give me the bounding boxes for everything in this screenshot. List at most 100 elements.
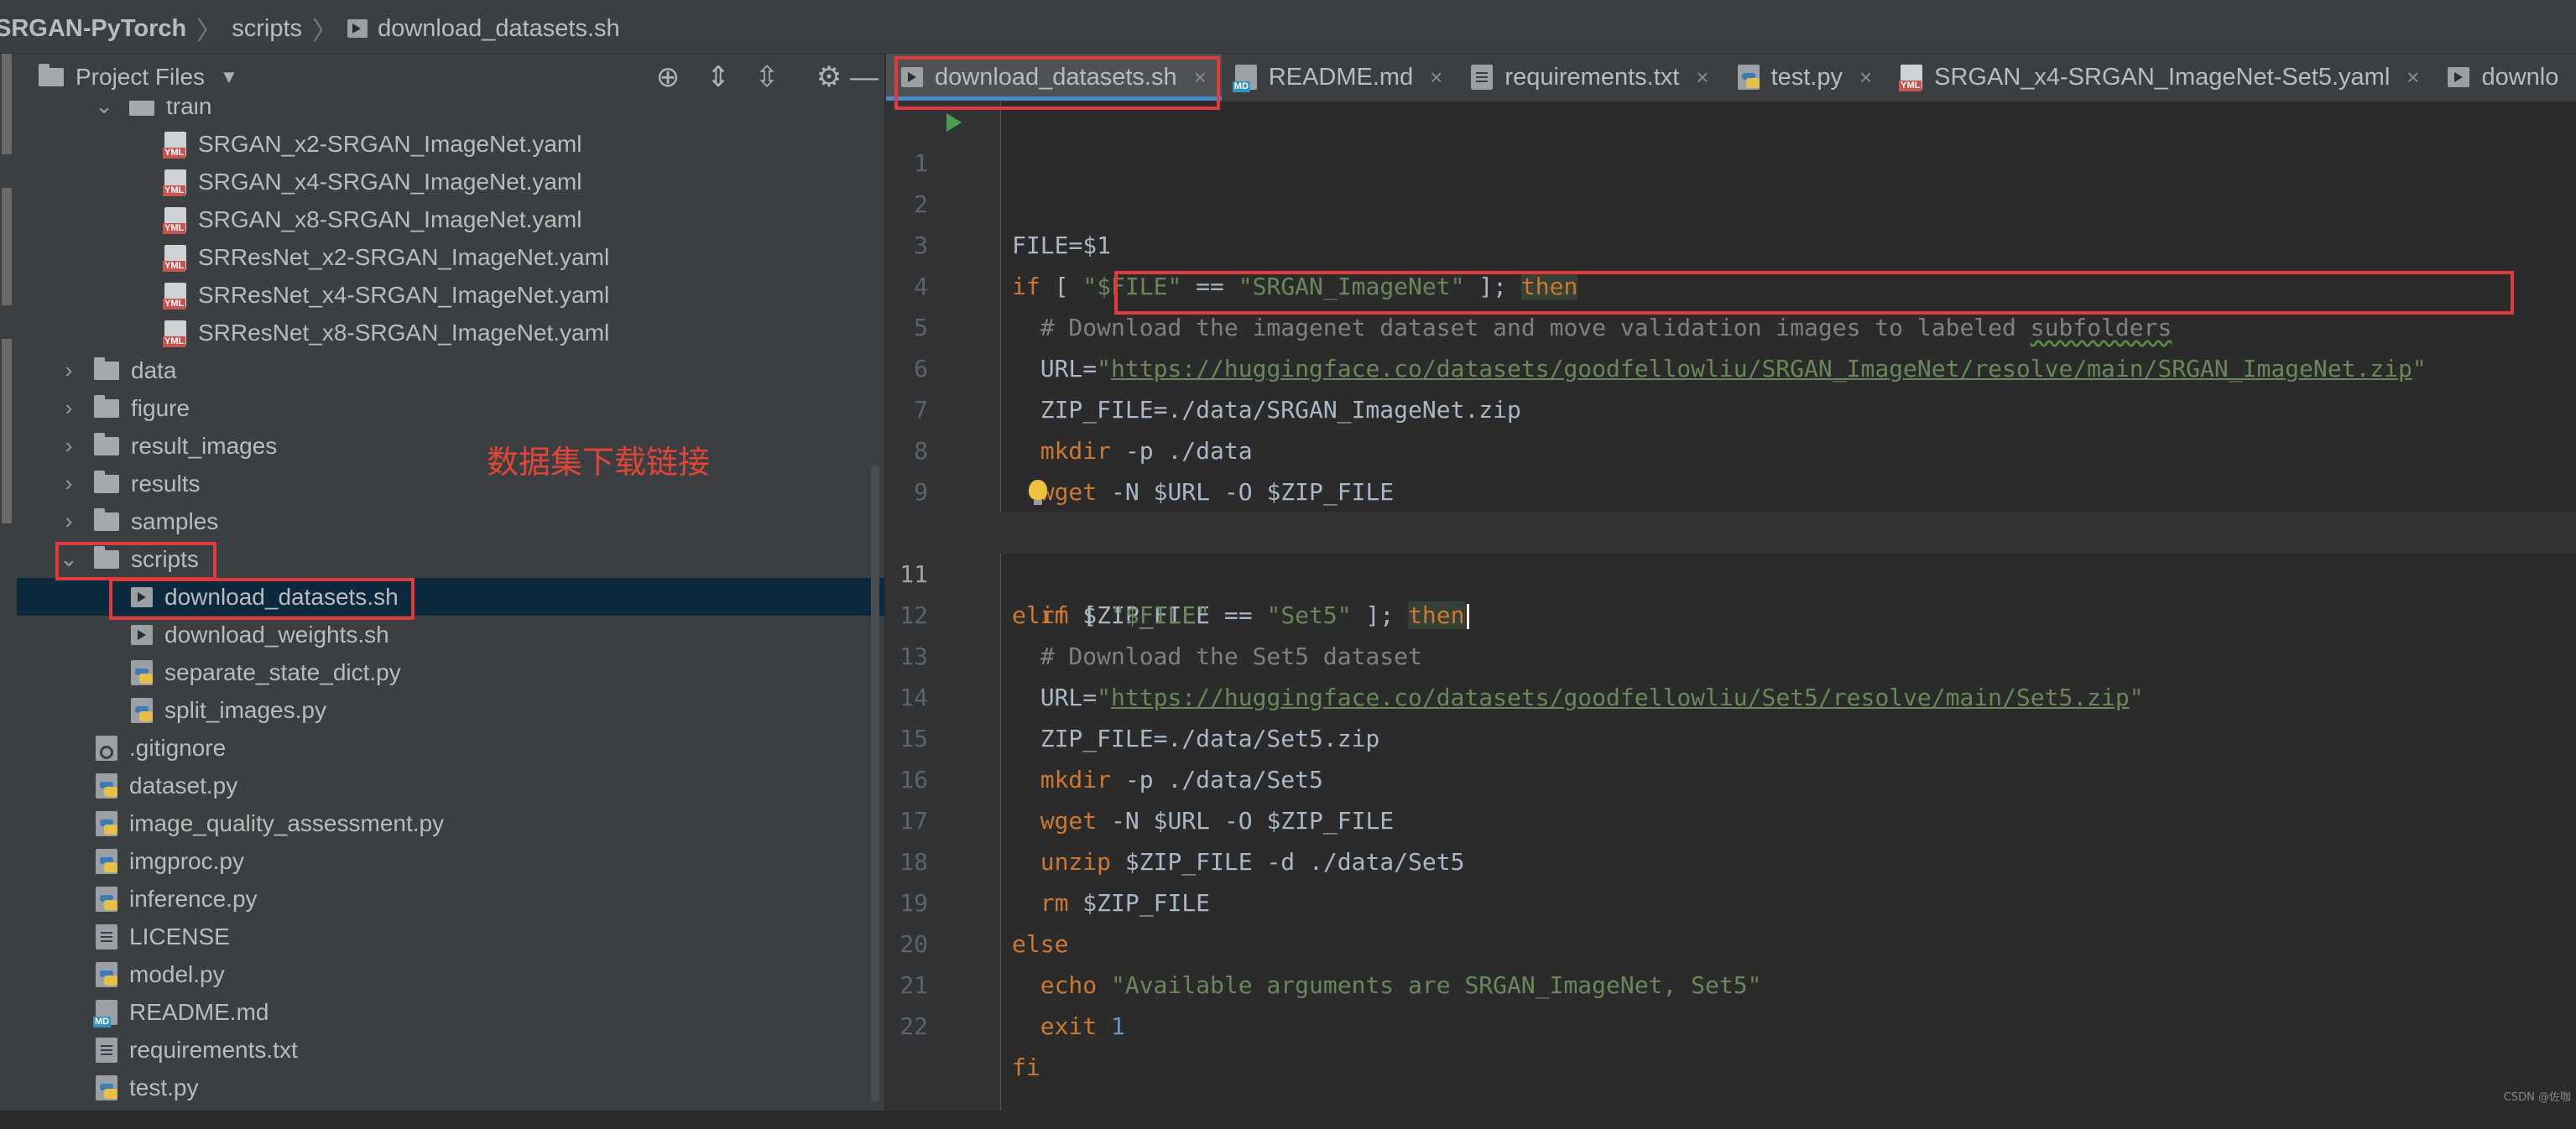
collapse-all-icon[interactable]: ⇳ bbox=[750, 62, 784, 92]
gitignore-file-icon bbox=[96, 735, 117, 761]
tree-item-label: inference.py bbox=[129, 885, 258, 912]
code-line: 18 rm $ZIP_FILE bbox=[886, 800, 2576, 917]
tree-folder-train[interactable]: ⌄ train bbox=[17, 101, 884, 125]
python-file-icon bbox=[96, 773, 117, 799]
tree-file-yaml[interactable]: SRResNet_x2-SRGAN_ImageNet.yaml bbox=[17, 238, 884, 276]
locate-file-icon[interactable]: ⊕ bbox=[651, 62, 685, 92]
tree-item-label: data bbox=[131, 356, 177, 383]
chevron-down-icon[interactable]: ▼ bbox=[220, 66, 238, 88]
code-line-current: 11 elif [ "$FILE" == "Set5" ]; then bbox=[886, 512, 2576, 629]
code-line: 20 echo "Available arguments are SRGAN_I… bbox=[886, 882, 2576, 999]
tree-file-python[interactable]: model.py bbox=[17, 955, 884, 993]
python-file-icon bbox=[96, 848, 117, 874]
expand-all-icon[interactable]: ⇕ bbox=[701, 62, 735, 92]
tree-file-requirements[interactable]: requirements.txt bbox=[17, 1031, 884, 1069]
tree-folder-scripts[interactable]: ⌄ scripts bbox=[17, 540, 884, 578]
chevron-down-icon[interactable]: ⌄ bbox=[59, 546, 79, 572]
tree-file-python[interactable]: imgproc.py bbox=[17, 842, 884, 880]
chevron-right-icon[interactable]: › bbox=[59, 471, 79, 497]
python-file-icon bbox=[1737, 65, 1760, 90]
code-line: 4 # Download the imagenet dataset and mo… bbox=[886, 225, 2576, 341]
tree-file-python[interactable]: split_images.py bbox=[17, 691, 884, 729]
tree-file-python[interactable]: separate_state_dict.py bbox=[17, 653, 884, 691]
close-icon[interactable]: × bbox=[1430, 65, 1442, 91]
hide-panel-icon[interactable]: — bbox=[847, 62, 881, 92]
folder-icon bbox=[94, 545, 119, 569]
code-text: fi bbox=[1012, 1054, 1040, 1081]
breadcrumb-project[interactable]: SRGAN-PyTorch bbox=[0, 15, 186, 43]
code-editor[interactable]: 1 FILE=$1 2 3 if [ "$FILE" == "SRGAN_Ima… bbox=[886, 101, 2576, 1111]
folder-icon bbox=[94, 432, 119, 455]
lightbulb-icon[interactable] bbox=[1029, 480, 1047, 505]
tree-file-yaml[interactable]: SRGAN_x2-SRGAN_ImageNet.yaml bbox=[17, 125, 884, 163]
folder-icon bbox=[129, 101, 154, 116]
tree-item-label: imgproc.py bbox=[129, 847, 244, 874]
close-icon[interactable]: × bbox=[2407, 65, 2419, 91]
tree-file-download-weights[interactable]: download_weights.sh bbox=[17, 616, 884, 653]
chevron-right-icon[interactable]: › bbox=[59, 433, 79, 459]
tree-folder-results[interactable]: › results bbox=[17, 465, 884, 502]
close-icon[interactable]: × bbox=[1194, 65, 1207, 91]
folder-icon bbox=[39, 64, 64, 86]
tab-test-py[interactable]: test.py × bbox=[1724, 54, 1888, 101]
tree-file-yaml[interactable]: SRGAN_x8-SRGAN_ImageNet.yaml bbox=[17, 200, 884, 238]
tree-folder-samples[interactable]: › samples bbox=[17, 502, 884, 540]
tree-file-yaml[interactable]: SRResNet_x4-SRGAN_ImageNet.yaml bbox=[17, 276, 884, 314]
tree-item-label: dataset.py bbox=[129, 772, 238, 799]
tab-readme[interactable]: README.md × bbox=[1222, 54, 1458, 101]
tree-item-label: model.py bbox=[129, 960, 225, 987]
tab-download-weights[interactable]: downlo bbox=[2434, 54, 2573, 101]
code-line: 10 rm $ZIP_FILE bbox=[886, 471, 2576, 629]
chevron-right-icon[interactable]: › bbox=[59, 508, 79, 534]
annotation-dataset-download-link: 数据集下载链接 bbox=[487, 444, 711, 481]
tree-folder-result-images[interactable]: › result_images bbox=[17, 427, 884, 465]
project-panel-header: Project Files ▼ ⊕ ⇕ ⇳ ⚙ — bbox=[17, 54, 884, 101]
code-text: exit 1 bbox=[1040, 1012, 1125, 1040]
tree-file-python[interactable]: inference.py bbox=[17, 880, 884, 918]
text-file-icon bbox=[1471, 65, 1494, 90]
bookmarks-tool-window-tab[interactable] bbox=[2, 339, 12, 523]
shell-script-icon bbox=[131, 624, 153, 645]
tree-folder-data[interactable]: › data bbox=[17, 351, 884, 389]
tree-file-gitignore[interactable]: .gitignore bbox=[17, 729, 884, 767]
tree-item-label: SRResNet_x8-SRGAN_ImageNet.yaml bbox=[198, 319, 610, 346]
breadcrumb-folder[interactable]: scripts bbox=[232, 15, 302, 43]
project-tool-window-tab[interactable] bbox=[2, 54, 12, 154]
tree-file-yaml[interactable]: SRGAN_x4-SRGAN_ImageNet.yaml bbox=[17, 163, 884, 200]
tree-folder-figure[interactable]: › figure bbox=[17, 389, 884, 427]
tab-requirements[interactable]: requirements.txt × bbox=[1457, 54, 1723, 101]
tree-item-label: scripts bbox=[131, 545, 199, 572]
code-line: 6 ZIP_FILE=./data/SRGAN_ImageNet.zip bbox=[886, 307, 2576, 424]
tab-download-datasets[interactable]: download_datasets.sh × bbox=[886, 54, 1222, 101]
run-icon[interactable] bbox=[946, 113, 962, 132]
tree-item-label: train bbox=[166, 101, 212, 119]
gear-icon[interactable]: ⚙ bbox=[812, 62, 846, 92]
close-icon[interactable]: × bbox=[1859, 65, 1872, 91]
tree-item-label: figure bbox=[131, 394, 190, 421]
tree-file-python[interactable]: test.py bbox=[17, 1069, 884, 1106]
tree-item-label: separate_state_dict.py bbox=[164, 658, 401, 685]
close-icon[interactable]: × bbox=[1696, 65, 1708, 91]
tree-file-yaml[interactable]: SRResNet_x8-SRGAN_ImageNet.yaml bbox=[17, 314, 884, 351]
tree-file-readme[interactable]: README.md bbox=[17, 993, 884, 1031]
folder-icon bbox=[94, 394, 119, 418]
tree-file-python[interactable]: image_quality_assessment.py bbox=[17, 804, 884, 842]
breadcrumb-file[interactable]: download_datasets.sh bbox=[347, 15, 620, 43]
chevron-right-icon[interactable]: › bbox=[59, 357, 79, 383]
chevron-down-icon[interactable]: ⌄ bbox=[94, 101, 114, 119]
shell-script-icon bbox=[131, 586, 153, 607]
project-view-selector[interactable]: Project Files bbox=[76, 64, 205, 91]
tree-file-python[interactable]: dataset.py bbox=[17, 767, 884, 804]
tree-file-download-datasets[interactable]: download_datasets.sh bbox=[17, 578, 884, 616]
tree-file-license[interactable]: LICENSE bbox=[17, 918, 884, 955]
code-line: 7 mkdir -p ./data bbox=[886, 348, 2576, 465]
tree-item-label: SRGAN_x4-SRGAN_ImageNet.yaml bbox=[198, 168, 582, 195]
chevron-right-icon[interactable]: › bbox=[59, 395, 79, 421]
structure-tool-window-tab[interactable] bbox=[2, 188, 12, 305]
tab-yaml-config[interactable]: SRGAN_x4-SRGAN_ImageNet-Set5.yaml × bbox=[1887, 54, 2434, 101]
tree-item-label: download_weights.sh bbox=[164, 621, 389, 648]
code-line: 17 unzip $ZIP_FILE -d ./data/Set5 bbox=[886, 759, 2576, 876]
tab-label: download_datasets.sh bbox=[935, 63, 1177, 91]
project-scrollbar[interactable] bbox=[871, 465, 879, 1102]
tree-item-label: split_images.py bbox=[164, 696, 326, 723]
